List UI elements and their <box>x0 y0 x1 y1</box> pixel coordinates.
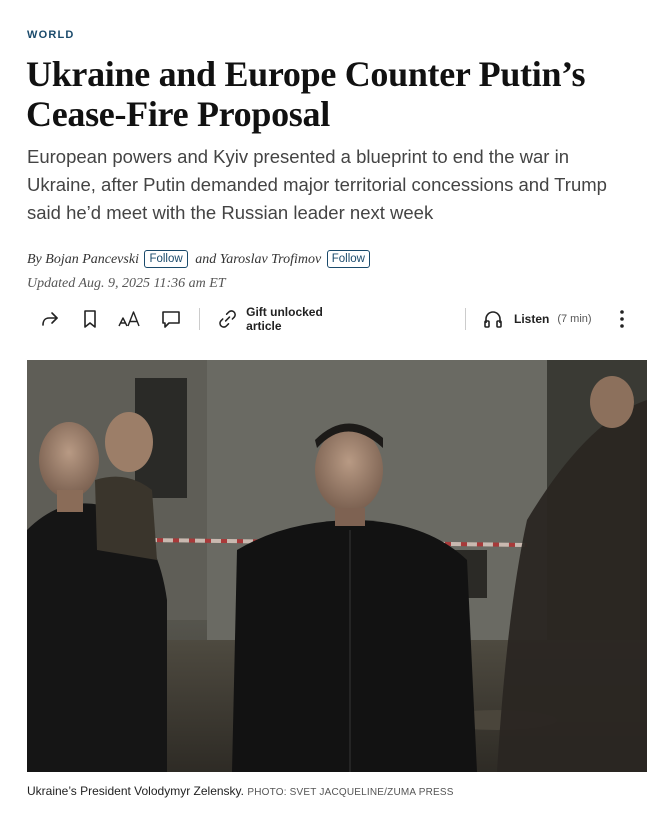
follow-author-2-button[interactable]: Follow <box>326 250 370 268</box>
more-options-button[interactable] <box>612 306 632 332</box>
toolbar-divider <box>199 308 200 330</box>
bookmark-button[interactable] <box>79 306 101 332</box>
byline-and: and <box>195 252 217 267</box>
article-photo <box>27 360 647 772</box>
author-link-2[interactable]: Yaroslav Trofimov <box>220 252 322 267</box>
gift-article-label: Gift unlocked article <box>246 305 323 333</box>
follow-author-1-button[interactable]: Follow <box>144 250 188 268</box>
byline-by: By <box>27 252 42 267</box>
headphones-icon <box>484 311 502 328</box>
gift-article-button[interactable]: Gift unlocked article <box>217 305 357 333</box>
byline: By Bojan Pancevski Follow and Yaroslav T… <box>27 250 374 268</box>
listen-duration: (7 min) <box>557 313 592 325</box>
article-toolbar: Gift unlocked article Listen (7 min) <box>27 302 642 336</box>
listen-label: Listen <box>514 312 550 326</box>
more-vertical-icon <box>620 310 624 328</box>
comment-button[interactable] <box>159 306 183 332</box>
author-link-1[interactable]: Bojan Pancevski <box>45 252 139 267</box>
toolbar-divider <box>465 308 466 330</box>
article-dek: European powers and Kyiv presented a blu… <box>27 146 607 223</box>
text-size-icon <box>118 311 140 327</box>
text-size-button[interactable] <box>117 306 143 332</box>
updated-timestamp: Updated Aug. 9, 2025 11:36 am ET <box>27 276 226 291</box>
section-label[interactable]: WORLD <box>27 29 75 41</box>
photo-caption: Ukraine’s President Volodymyr Zelensky. … <box>27 784 454 798</box>
link-icon <box>219 310 236 328</box>
bookmark-icon <box>84 310 96 328</box>
share-button[interactable] <box>37 306 63 332</box>
share-icon <box>42 312 58 326</box>
headline: Ukraine and Europe Counter Putin’s Cease… <box>26 54 586 134</box>
comment-icon <box>162 311 180 328</box>
caption-text: Ukraine’s President Volodymyr Zelensky. <box>27 784 244 798</box>
photo-credit: PHOTO: SVET JACQUELINE/ZUMA PRESS <box>247 787 454 798</box>
listen-button[interactable]: Listen (7 min) <box>482 306 597 332</box>
zelensky-photo <box>27 360 647 772</box>
